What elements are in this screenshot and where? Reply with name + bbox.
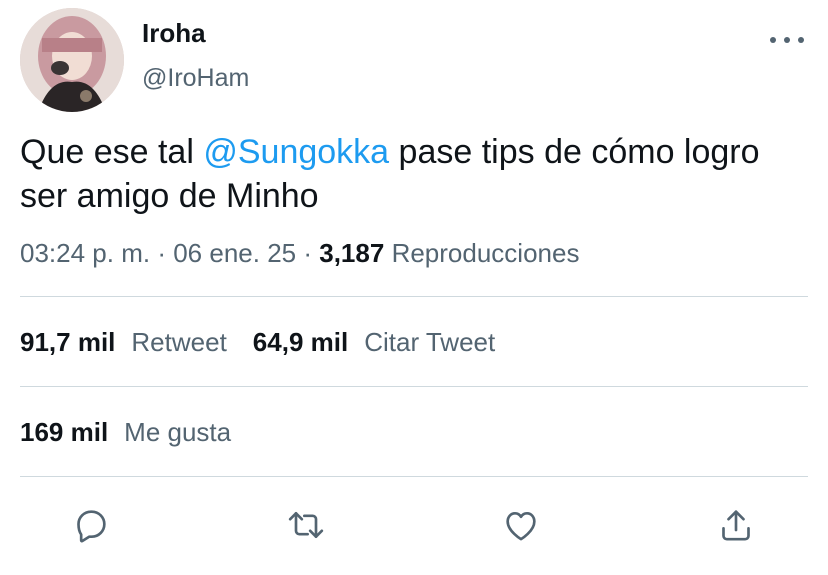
avatar[interactable]	[20, 8, 124, 112]
heart-icon	[506, 512, 536, 541]
action-bar	[0, 500, 828, 550]
likes-label: Me gusta	[124, 417, 232, 447]
retweet-button[interactable]	[281, 500, 331, 550]
retweets-count: 91,7 mil	[20, 327, 116, 357]
more-dot	[798, 37, 804, 43]
tweet-time[interactable]: 03:24 p. m.	[20, 238, 150, 268]
more-dot	[770, 37, 776, 43]
avatar-image	[20, 8, 124, 112]
tweet-date[interactable]: 06 ene. 25	[173, 238, 296, 268]
tweet-text: Que ese tal @Sungokka pase tips de cómo …	[20, 130, 810, 218]
quotes-count: 64,9 mil	[252, 327, 349, 357]
reply-icon	[77, 510, 106, 543]
tweet-meta: 03:24 p. m. · 06 ene. 25 · 3,187 Reprodu…	[20, 238, 579, 269]
views-label: Reproducciones	[391, 238, 580, 268]
meta-separator: ·	[157, 238, 166, 268]
stats-row-likes: 169 mil Me gusta	[20, 417, 231, 448]
user-handle[interactable]: @IroHam	[142, 64, 249, 93]
quotes-label: Citar Tweet	[364, 327, 496, 357]
retweets-stat[interactable]: 91,7 mil Retweet	[20, 327, 227, 358]
tweet-text-start: Que ese tal	[20, 133, 204, 171]
more-options-icon[interactable]	[770, 28, 804, 52]
quotes-stat[interactable]: 64,9 mil Citar Tweet	[253, 327, 495, 358]
divider	[20, 386, 808, 387]
share-icon	[722, 510, 750, 541]
share-button[interactable]	[711, 500, 761, 550]
likes-stat[interactable]: 169 mil Me gusta	[20, 417, 231, 448]
likes-count: 169 mil	[20, 417, 109, 447]
like-button[interactable]	[496, 500, 546, 550]
retweet-icon	[288, 512, 324, 538]
views-count: 3,187	[319, 238, 385, 268]
reply-button[interactable]	[66, 500, 116, 550]
divider	[20, 296, 808, 297]
mention-link[interactable]: @Sungokka	[203, 133, 389, 171]
divider	[20, 476, 808, 477]
retweets-label: Retweet	[131, 327, 227, 357]
stats-row-retweets: 91,7 mil Retweet 64,9 mil Citar Tweet	[20, 327, 495, 358]
more-dot	[784, 37, 790, 43]
meta-separator: ·	[303, 238, 313, 268]
display-name[interactable]: Iroha	[142, 18, 206, 49]
